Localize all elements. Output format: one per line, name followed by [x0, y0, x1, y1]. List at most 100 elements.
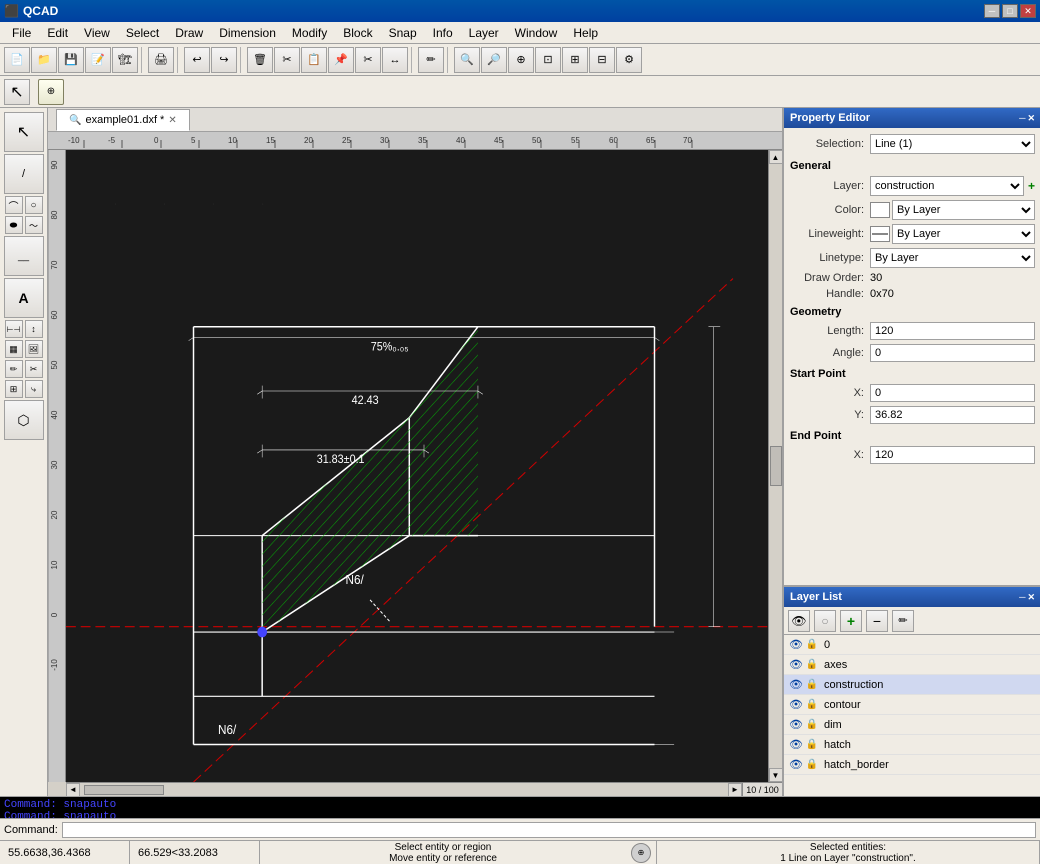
pe-x-start-input[interactable]: [870, 384, 1035, 402]
pe-selection-select[interactable]: Line (1): [870, 134, 1035, 154]
layer-lock-hatch[interactable]: 🔒: [804, 737, 820, 753]
layer-eye-contour[interactable]: 👁: [788, 697, 804, 713]
pe-color-select[interactable]: By Layer: [892, 200, 1035, 220]
block-button[interactable]: 🏗: [112, 47, 138, 73]
close-button[interactable]: ✕: [1020, 4, 1036, 18]
menu-modify[interactable]: Modify: [284, 24, 335, 42]
layer-lock-axes[interactable]: 🔒: [804, 657, 820, 673]
tab-close-button[interactable]: ✕: [168, 115, 176, 126]
menu-edit[interactable]: Edit: [39, 24, 76, 42]
zoom-button[interactable]: ⊕: [508, 47, 534, 73]
layer-lock-0[interactable]: 🔒: [804, 637, 820, 653]
pe-y-start-input[interactable]: [870, 406, 1035, 424]
ll-close-icon[interactable]: ✕: [1027, 592, 1035, 603]
image-tool[interactable]: 🖼: [25, 340, 43, 358]
zoom-window-button[interactable]: ⊞: [562, 47, 588, 73]
layer-eye-hatch-border[interactable]: 👁: [788, 757, 804, 773]
zoom-in-button[interactable]: 🔍: [454, 47, 480, 73]
paste-button[interactable]: 📌: [328, 47, 354, 73]
horizontal-scrollbar[interactable]: ◄ ► 10 / 100: [66, 782, 782, 796]
ll-minimize-icon[interactable]: ─: [1019, 592, 1025, 603]
3d-view-tool[interactable]: ⬡: [4, 400, 44, 440]
modify-tool[interactable]: ✏: [5, 360, 23, 378]
spline-tool[interactable]: 〜: [25, 216, 43, 234]
maximize-button[interactable]: □: [1002, 4, 1018, 18]
cut-button[interactable]: ✂: [274, 47, 300, 73]
layer-row-0[interactable]: 👁 🔒 0: [784, 635, 1040, 655]
pe-lineweight-select[interactable]: By Layer: [892, 224, 1035, 244]
polyline-tool[interactable]: ⤷: [25, 380, 43, 398]
scroll-up-button[interactable]: ▲: [769, 150, 783, 164]
save-as-button[interactable]: 📝: [85, 47, 111, 73]
file-tab[interactable]: 🔍 example01.dxf * ✕: [56, 109, 190, 131]
layer-eye-construction[interactable]: 👁: [788, 677, 804, 693]
arc-tool[interactable]: ⌒: [5, 196, 23, 214]
command-input[interactable]: [62, 822, 1036, 838]
pe-x-end-input[interactable]: [870, 446, 1035, 464]
menu-info[interactable]: Info: [425, 24, 461, 42]
pe-layer-select[interactable]: construction: [870, 176, 1024, 196]
menu-view[interactable]: View: [76, 24, 118, 42]
arrow-tool[interactable]: ↖: [4, 112, 44, 152]
ll-delete-layer-button[interactable]: −: [866, 610, 888, 632]
open-button[interactable]: 📁: [31, 47, 57, 73]
ll-hide-all-button[interactable]: ○: [814, 610, 836, 632]
layer-eye-hatch[interactable]: 👁: [788, 737, 804, 753]
select-tool-button[interactable]: ↖: [4, 79, 30, 105]
delete-button[interactable]: 🗑: [247, 47, 273, 73]
pe-add-layer-button[interactable]: +: [1028, 179, 1035, 193]
hscroll-thumb[interactable]: [84, 785, 164, 795]
zoom-out-button[interactable]: 🔎: [481, 47, 507, 73]
trim-tool[interactable]: ✂: [25, 360, 43, 378]
layer-row-contour[interactable]: 👁 🔒 contour: [784, 695, 1040, 715]
layer-lock-construction[interactable]: 🔒: [804, 677, 820, 693]
scroll-left-button[interactable]: ◄: [66, 783, 80, 797]
zoom-settings-button[interactable]: ⚙: [616, 47, 642, 73]
dim2-tool[interactable]: ↕: [25, 320, 43, 338]
menu-snap[interactable]: Snap: [381, 24, 425, 42]
scroll-right-button[interactable]: ►: [728, 783, 742, 797]
menu-file[interactable]: File: [4, 24, 39, 42]
pe-linetype-select[interactable]: By Layer: [870, 248, 1035, 268]
line-tool[interactable]: /: [4, 154, 44, 194]
drawing-canvas[interactable]: 75%₀.₀₅ 42.43: [66, 150, 782, 782]
scroll-thumb[interactable]: [770, 446, 782, 486]
cut2-button[interactable]: ✂: [355, 47, 381, 73]
layer-lock-contour[interactable]: 🔒: [804, 697, 820, 713]
layer-row-axes[interactable]: 👁 🔒 axes: [784, 655, 1040, 675]
snap-button-1[interactable]: ⊕: [38, 79, 64, 105]
text-tool[interactable]: A: [4, 278, 44, 318]
block-insert-tool[interactable]: ⊞: [5, 380, 23, 398]
ellipse-tool[interactable]: ⬬: [5, 216, 23, 234]
pencil-button[interactable]: ✏: [418, 47, 444, 73]
layer-lock-hatch-border[interactable]: 🔒: [804, 757, 820, 773]
vertical-scrollbar[interactable]: ▲ ▼: [768, 150, 782, 782]
layer-row-hatch-border[interactable]: 👁 🔒 hatch_border: [784, 755, 1040, 775]
minimize-button[interactable]: ─: [984, 4, 1000, 18]
ll-edit-layer-button[interactable]: ✏: [892, 610, 914, 632]
scroll-down-button[interactable]: ▼: [769, 768, 783, 782]
menu-window[interactable]: Window: [507, 24, 566, 42]
layer-row-dim[interactable]: 👁 🔒 dim: [784, 715, 1040, 735]
pe-close-icon[interactable]: ✕: [1027, 113, 1035, 124]
menu-dimension[interactable]: Dimension: [211, 24, 284, 42]
new-button[interactable]: 📄: [4, 47, 30, 73]
menu-select[interactable]: Select: [118, 24, 167, 42]
layer-eye-axes[interactable]: 👁: [788, 657, 804, 673]
pe-length-input[interactable]: [870, 322, 1035, 340]
hatch-tool[interactable]: ▦: [5, 340, 23, 358]
layer-lock-dim[interactable]: 🔒: [804, 717, 820, 733]
pe-minimize-icon[interactable]: ─: [1019, 113, 1025, 124]
circle-tool[interactable]: ○: [25, 196, 43, 214]
zoom-fit-button[interactable]: ⊡: [535, 47, 561, 73]
ll-add-layer-button[interactable]: +: [840, 610, 862, 632]
move-button[interactable]: ↔: [382, 47, 408, 73]
layer-row-construction[interactable]: 👁 🔒 construction: [784, 675, 1040, 695]
layer-eye-dim[interactable]: 👁: [788, 717, 804, 733]
zoom-prev-button[interactable]: ⊟: [589, 47, 615, 73]
menu-layer[interactable]: Layer: [461, 24, 507, 42]
ll-show-all-button[interactable]: 👁: [788, 610, 810, 632]
undo-button[interactable]: ↩: [184, 47, 210, 73]
redo-button[interactable]: ↪: [211, 47, 237, 73]
menu-help[interactable]: Help: [565, 24, 606, 42]
